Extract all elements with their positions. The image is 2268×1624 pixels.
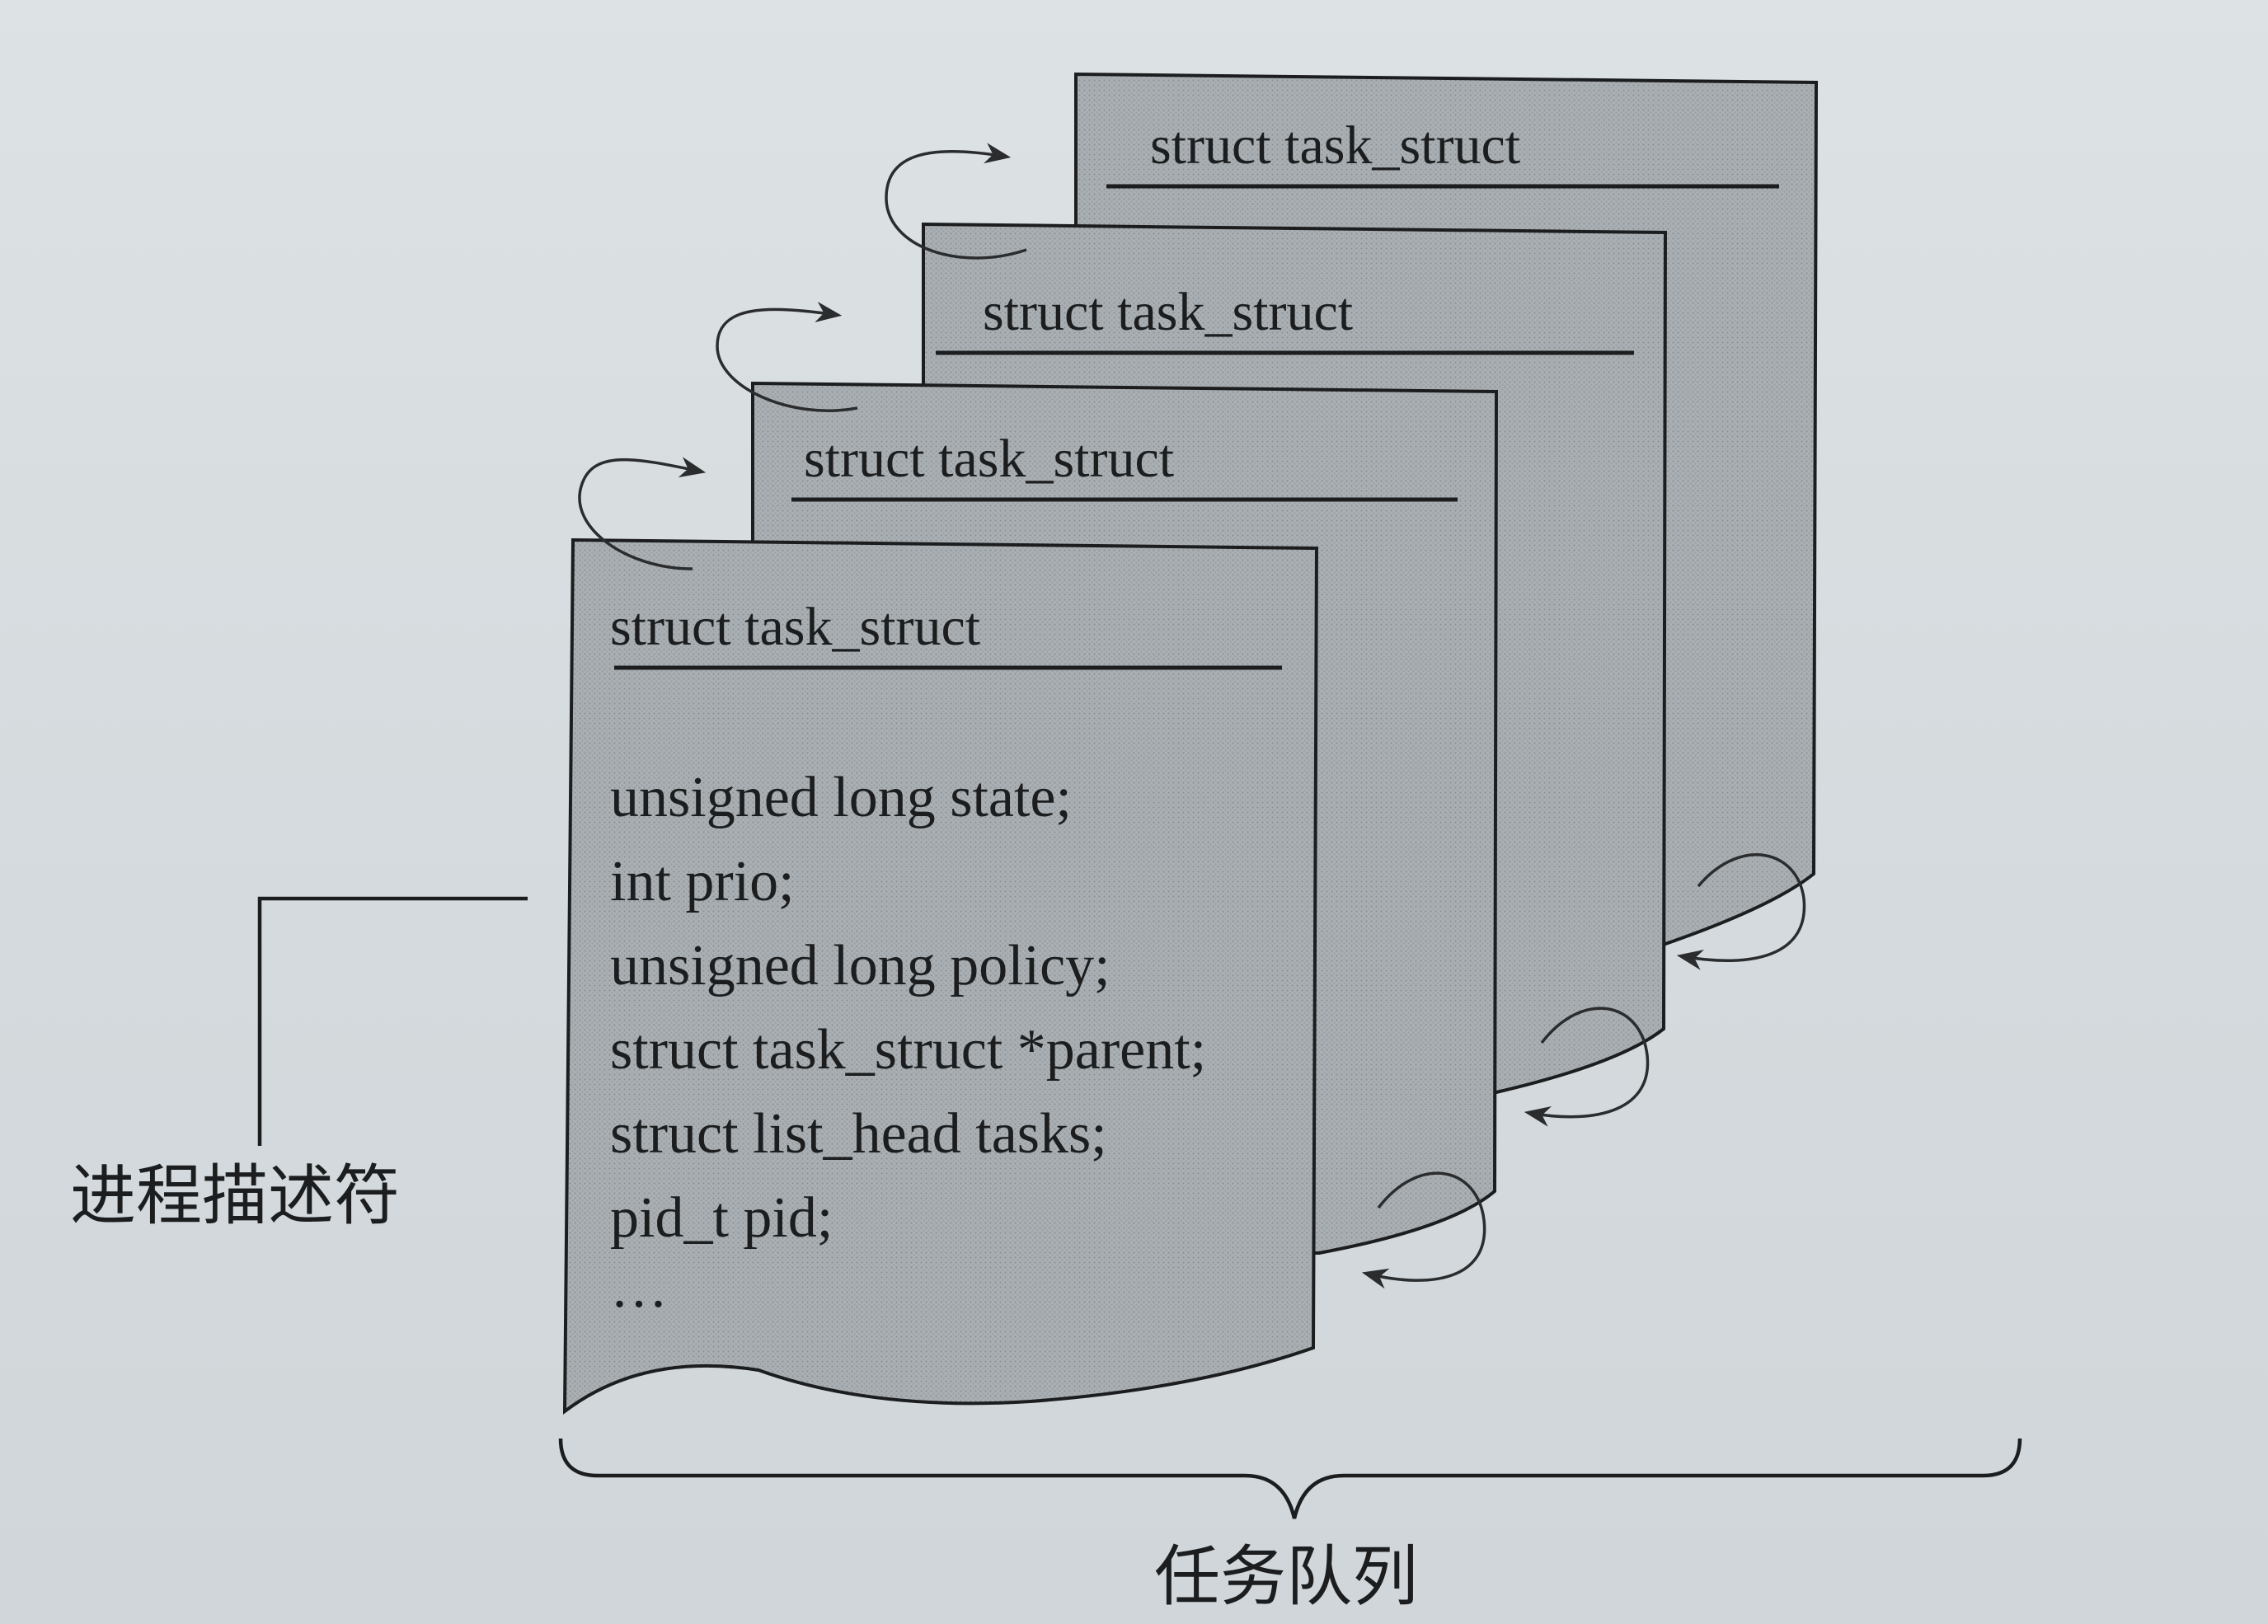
field-parent: struct task_struct *parent;: [610, 1018, 1206, 1082]
field-policy: unsigned long policy;: [610, 934, 1111, 997]
card-4-header: struct task_struct: [1150, 115, 1520, 176]
card-1-header: struct task_struct: [610, 597, 980, 657]
task-queue-label: 任务队列: [1154, 1538, 1418, 1615]
diagram-canvas: struct task_struct struct task_struct st…: [70, 72, 2022, 1615]
field-ellipsis: …: [610, 1256, 668, 1320]
field-tasks: struct list_head tasks;: [610, 1102, 1107, 1166]
field-state: unsigned long state;: [610, 766, 1072, 829]
task-card-1: struct task_struct unsigned long state; …: [562, 537, 1319, 1415]
task-queue-brace: [558, 1438, 2022, 1519]
descriptor-callout-line: [257, 896, 528, 1146]
card-2-header: struct task_struct: [804, 429, 1174, 489]
field-pid: pid_t pid;: [610, 1186, 833, 1250]
field-prio: int prio;: [610, 850, 795, 913]
card-3-header: struct task_struct: [983, 282, 1353, 342]
descriptor-label: 进程描述符: [70, 1157, 400, 1234]
task-queue-diagram: struct task_struct struct task_struct st…: [0, 0, 2268, 1624]
